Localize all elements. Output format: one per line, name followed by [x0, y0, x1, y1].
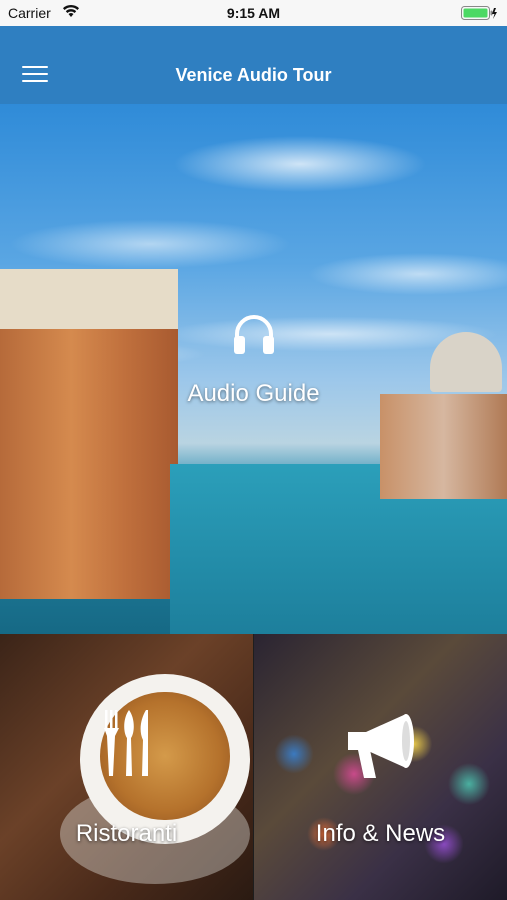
fork-knife-icon: [104, 710, 148, 776]
status-bar: Carrier 9:15 AM: [0, 0, 507, 26]
status-time: 9:15 AM: [226, 5, 281, 21]
battery-icon: [461, 6, 497, 20]
ristoranti-tile[interactable]: Ristoranti: [0, 634, 253, 900]
audio-guide-tile[interactable]: Audio Guide: [0, 104, 507, 634]
page-title: Venice Audio Tour: [175, 65, 332, 85]
right-buildings: [380, 394, 507, 499]
ristoranti-label: Ristoranti: [75, 820, 178, 847]
headphones-icon: [234, 315, 274, 354]
audio-guide-label: Audio Guide: [187, 380, 320, 407]
info-news-label: Info & News: [315, 820, 446, 847]
venice-building-top: [0, 269, 178, 329]
megaphone-icon: [348, 714, 414, 778]
info-news-tile[interactable]: Info & News: [254, 634, 507, 900]
nav-bar: Venice Audio Tour: [0, 26, 507, 104]
